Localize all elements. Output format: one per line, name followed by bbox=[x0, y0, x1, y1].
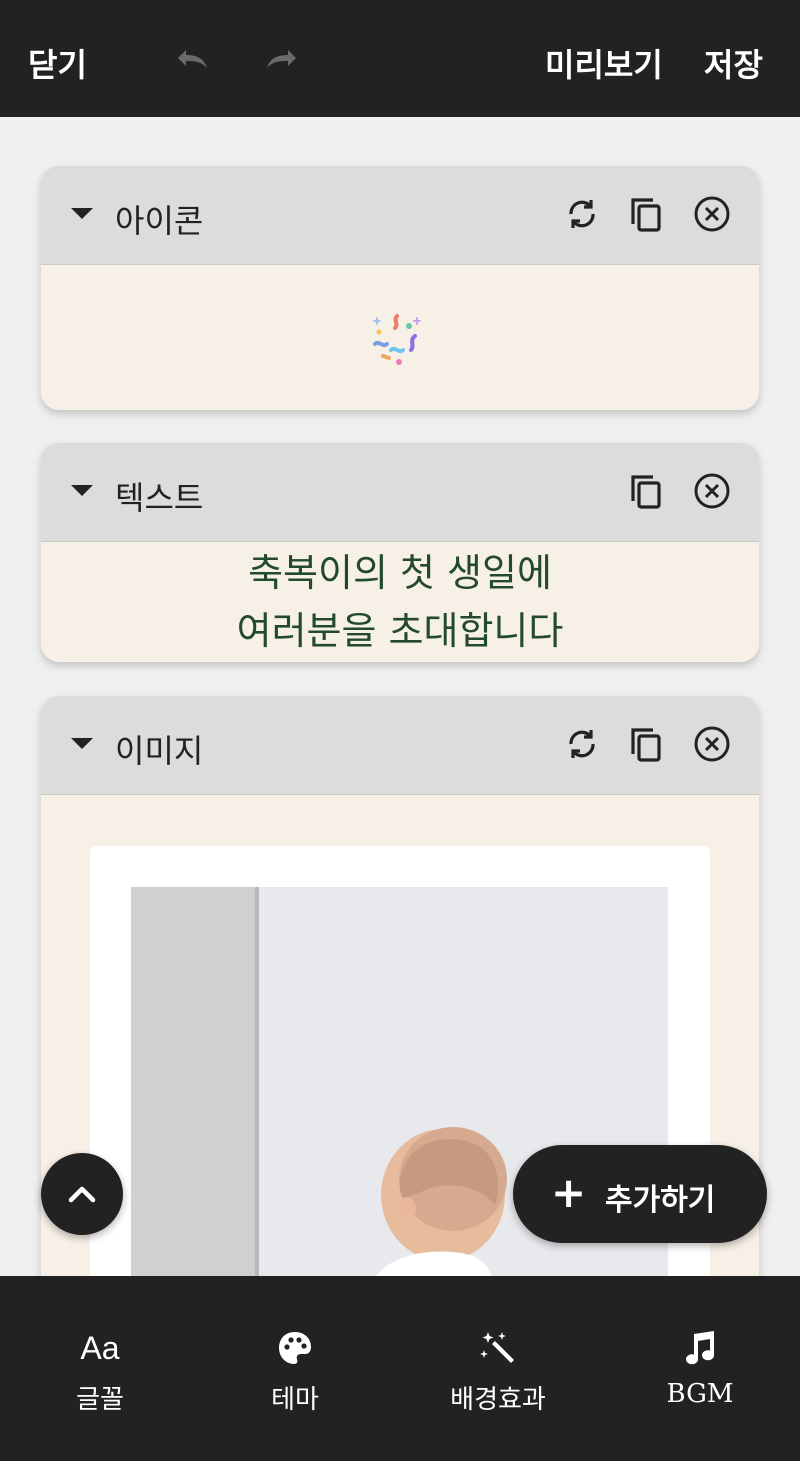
refresh-icon[interactable] bbox=[562, 194, 602, 234]
collapse-caret-icon[interactable] bbox=[71, 208, 93, 219]
preview-button[interactable]: 미리보기 bbox=[545, 40, 663, 86]
invitation-text[interactable]: 축복이의 첫 생일에 여러분을 초대합니다 bbox=[41, 542, 759, 660]
bottom-toolbar: Aa 글꼴 테마 배경효과 BGM bbox=[0, 1276, 800, 1461]
text-line-1: 축복이의 첫 생일에 bbox=[248, 551, 552, 595]
magic-wand-icon bbox=[398, 1328, 598, 1368]
font-icon: Aa bbox=[80, 1330, 120, 1366]
close-circle-icon[interactable] bbox=[692, 724, 732, 764]
text-line-2: 여러분을 초대합니다 bbox=[236, 609, 564, 653]
confetti-icon bbox=[365, 306, 435, 376]
duplicate-icon[interactable] bbox=[627, 724, 667, 764]
card-title: 텍스트 bbox=[115, 479, 204, 517]
nav-bgm[interactable]: BGM bbox=[600, 1276, 800, 1461]
palette-icon bbox=[195, 1328, 395, 1368]
nav-background-effect[interactable]: 배경효과 bbox=[398, 1276, 598, 1461]
nav-font[interactable]: Aa 글꼴 bbox=[0, 1276, 200, 1461]
card-header[interactable]: 이미지 bbox=[41, 696, 759, 795]
text-block-card: 텍스트 축복이의 첫 생일에 여러분을 초대합니다 bbox=[41, 443, 759, 662]
close-circle-icon[interactable] bbox=[692, 471, 732, 511]
card-title: 아이콘 bbox=[115, 202, 204, 240]
nav-bgm-label: BGM bbox=[666, 1379, 734, 1409]
refresh-icon[interactable] bbox=[562, 724, 602, 764]
save-button[interactable]: 저장 bbox=[704, 40, 763, 86]
close-circle-icon[interactable] bbox=[692, 194, 732, 234]
add-block-button[interactable]: + 추가하기 bbox=[513, 1145, 767, 1243]
nav-font-label: 글꼴 bbox=[76, 1385, 124, 1415]
top-bar: 닫기 미리보기 저장 bbox=[0, 0, 800, 117]
card-header[interactable]: 아이콘 bbox=[41, 166, 759, 265]
redo-icon[interactable] bbox=[262, 44, 302, 76]
duplicate-icon[interactable] bbox=[627, 194, 667, 234]
nav-theme[interactable]: 테마 bbox=[195, 1276, 395, 1461]
chevron-up-icon bbox=[68, 1186, 96, 1203]
card-header[interactable]: 텍스트 bbox=[41, 443, 759, 542]
nav-background-effect-label: 배경효과 bbox=[450, 1385, 546, 1415]
close-button[interactable]: 닫기 bbox=[28, 40, 87, 86]
add-block-label: 추가하기 bbox=[605, 1183, 716, 1218]
nav-theme-label: 테마 bbox=[271, 1385, 319, 1415]
collapse-caret-icon[interactable] bbox=[71, 485, 93, 496]
plus-icon: + bbox=[551, 1168, 587, 1217]
music-note-icon bbox=[600, 1328, 800, 1368]
duplicate-icon[interactable] bbox=[627, 471, 667, 511]
icon-block-card: 아이콘 bbox=[41, 166, 759, 410]
undo-icon[interactable] bbox=[172, 44, 212, 76]
scroll-to-top-button[interactable] bbox=[41, 1153, 123, 1235]
collapse-caret-icon[interactable] bbox=[71, 738, 93, 749]
card-title: 이미지 bbox=[115, 732, 204, 770]
